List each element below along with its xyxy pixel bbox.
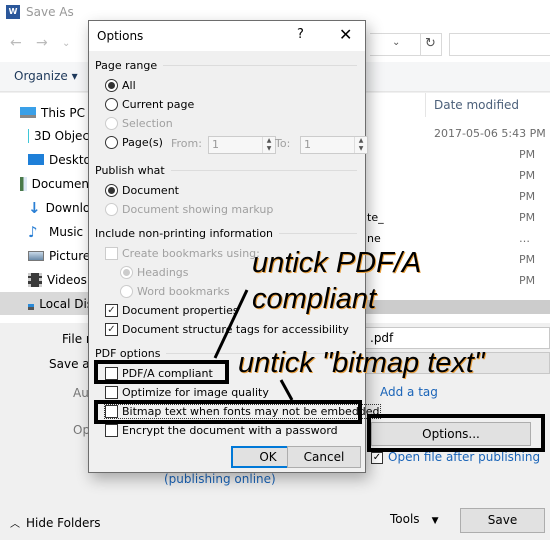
annotation-text-bitmap: untick "bitmap text"	[238, 347, 485, 379]
annotation-arrow-bitmap	[279, 379, 294, 401]
annotation-text-pdfa-2: compliant	[252, 283, 377, 315]
annotation-text-pdfa-1: untick PDF/A	[252, 247, 422, 279]
